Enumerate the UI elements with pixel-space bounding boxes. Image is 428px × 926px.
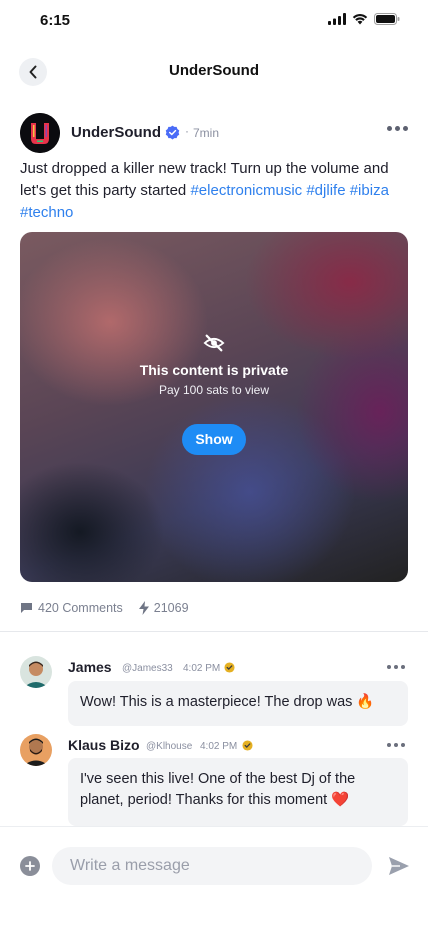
commenter-avatar[interactable] xyxy=(20,734,52,766)
post-stats: 420 Comments 21069 xyxy=(20,600,189,616)
add-attachment-button[interactable] xyxy=(20,856,40,876)
verified-badge-icon xyxy=(242,740,253,751)
commenter-handle: @Klhouse xyxy=(146,741,193,752)
private-overlay: This content is private Pay 100 sats to … xyxy=(20,232,408,582)
author-name[interactable]: UnderSound xyxy=(71,124,161,141)
comments-stat[interactable]: 420 Comments xyxy=(20,601,123,615)
dot-separator: · xyxy=(185,124,189,138)
send-icon xyxy=(389,857,409,875)
eye-off-icon xyxy=(203,334,225,352)
cellular-signal-icon xyxy=(328,13,346,25)
status-icons xyxy=(328,13,400,25)
send-button[interactable] xyxy=(388,856,410,881)
comment-bubble: I've seen this live! One of the best Dj … xyxy=(68,758,408,826)
comment-time: 4:02 PM xyxy=(200,741,238,752)
private-subtitle: Pay 100 sats to view xyxy=(158,383,270,397)
status-bar: 6:15 xyxy=(0,0,428,44)
message-input[interactable] xyxy=(52,847,372,885)
comment-more-button[interactable] xyxy=(387,743,405,747)
plus-icon xyxy=(25,861,35,871)
comments-count: 420 Comments xyxy=(38,601,123,615)
private-title: This content is private xyxy=(139,362,289,378)
page-title: UnderSound xyxy=(169,62,259,79)
show-button[interactable]: Show xyxy=(182,424,246,455)
verified-badge-icon xyxy=(224,662,235,673)
verified-badge-icon xyxy=(165,125,180,140)
post-time: 7min xyxy=(193,126,220,140)
hashtag-link[interactable]: #djlife xyxy=(306,182,345,199)
post-more-button[interactable] xyxy=(387,126,408,131)
post-text: Just dropped a killer new track! Turn up… xyxy=(20,158,410,224)
undersound-logo-icon xyxy=(20,113,60,153)
zaps-count: 21069 xyxy=(153,601,189,615)
comment-icon xyxy=(21,603,32,613)
divider xyxy=(0,826,428,827)
zaps-stat[interactable]: 21069 xyxy=(138,601,189,615)
battery-icon xyxy=(374,13,400,25)
comment-more-button[interactable] xyxy=(387,665,405,669)
hashtag-link[interactable]: #techno xyxy=(20,204,73,221)
avatar-klaus-icon xyxy=(20,734,52,766)
lightning-icon xyxy=(138,601,149,615)
commenter-name[interactable]: Klaus Bizo xyxy=(68,737,140,753)
post-header: UnderSound · 7min xyxy=(20,113,408,153)
comment-time: 4:02 PM xyxy=(183,663,221,674)
top-header: UnderSound xyxy=(0,52,428,92)
commenter-avatar[interactable] xyxy=(20,656,52,688)
commenter-name[interactable]: James xyxy=(68,659,112,675)
divider xyxy=(0,631,428,632)
avatar-james-icon xyxy=(20,656,52,688)
author-avatar[interactable] xyxy=(20,113,60,153)
private-media-preview: This content is private Pay 100 sats to … xyxy=(20,232,408,582)
hashtag-link[interactable]: #ibiza xyxy=(350,182,389,199)
hashtag-link[interactable]: #electronicmusic xyxy=(190,182,302,199)
wifi-icon xyxy=(352,14,368,25)
comment-bubble: Wow! This is a masterpiece! The drop was… xyxy=(68,681,408,726)
status-time: 6:15 xyxy=(40,12,71,29)
commenter-handle: @James33 xyxy=(122,663,173,674)
